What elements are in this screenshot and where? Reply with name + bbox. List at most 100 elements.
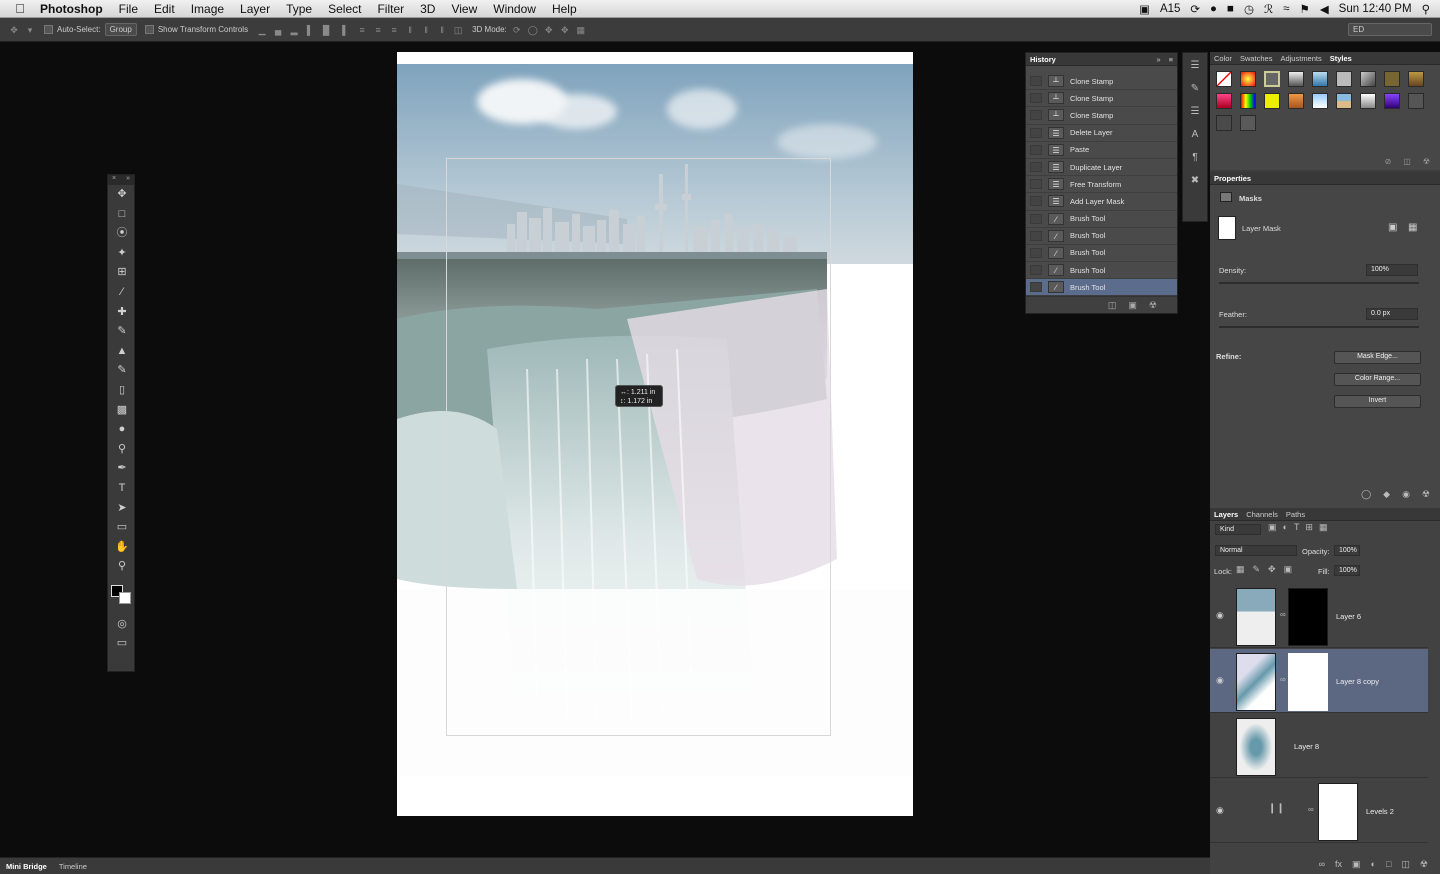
style-swatch[interactable] bbox=[1384, 93, 1400, 109]
history-brush-source-checkbox[interactable] bbox=[1030, 110, 1042, 121]
visibility-eye-icon[interactable]: ◉ bbox=[1216, 805, 1224, 816]
menu-select[interactable]: Select bbox=[320, 0, 369, 18]
history-item[interactable]: ☰ Free Transform bbox=[1026, 176, 1177, 194]
eyedropper-tool-icon[interactable]: ∕ bbox=[108, 283, 136, 303]
expand-icon[interactable]: » bbox=[126, 175, 130, 185]
adobe-icon[interactable]: A15 bbox=[1160, 3, 1180, 15]
layer-name[interactable]: Layer 8 copy bbox=[1336, 677, 1379, 686]
disable-mask-icon[interactable]: ◉ bbox=[1402, 489, 1410, 500]
style-swatch[interactable] bbox=[1360, 71, 1376, 87]
paragraph-dock-icon[interactable]: ¶ bbox=[1183, 148, 1207, 168]
wifi-icon[interactable]: ≈ bbox=[1283, 3, 1289, 15]
fx-icon[interactable]: fx bbox=[1335, 859, 1342, 870]
distribute-left-icon[interactable]: ‖ bbox=[404, 25, 416, 35]
3d-rotate-icon[interactable]: ⟳ bbox=[511, 25, 523, 35]
trash-icon[interactable]: ☢ bbox=[1149, 300, 1157, 311]
delete-mask-icon[interactable]: ☢ bbox=[1422, 489, 1430, 500]
feather-slider[interactable] bbox=[1219, 326, 1419, 328]
style-swatch[interactable] bbox=[1264, 71, 1280, 87]
auto-select-dropdown[interactable]: Group bbox=[104, 23, 137, 36]
type-tool-icon[interactable]: T bbox=[108, 479, 136, 499]
menu-window[interactable]: Window bbox=[485, 0, 544, 18]
rectangle-tool-icon[interactable]: ▭ bbox=[108, 518, 136, 538]
history-brush-source-checkbox[interactable] bbox=[1030, 247, 1042, 258]
crop-tool-icon[interactable]: ⊞ bbox=[108, 263, 136, 283]
pen-tool-icon[interactable]: ✒ bbox=[108, 459, 136, 479]
tab-adjustments[interactable]: Adjustments bbox=[1280, 54, 1321, 63]
flag-icon[interactable]: ⚑ bbox=[1300, 2, 1310, 16]
style-swatch[interactable] bbox=[1336, 93, 1352, 109]
style-swatch[interactable] bbox=[1312, 71, 1328, 87]
history-item[interactable]: ┴ Clone Stamp bbox=[1026, 90, 1177, 108]
tab-paths[interactable]: Paths bbox=[1286, 510, 1305, 519]
history-item[interactable]: ☰ Add Layer Mask bbox=[1026, 193, 1177, 211]
lasso-tool-icon[interactable]: ⦿ bbox=[108, 224, 136, 244]
visibility-eye-icon[interactable]: ◉ bbox=[1216, 675, 1224, 686]
history-brush-source-checkbox[interactable] bbox=[1030, 93, 1042, 104]
hand-tool-icon[interactable]: ✋ bbox=[108, 538, 136, 558]
collapse-icon[interactable]: » bbox=[1156, 55, 1160, 64]
density-slider[interactable] bbox=[1219, 282, 1419, 284]
spotlight-icon[interactable]: ⚲ bbox=[1422, 2, 1430, 16]
time-machine-icon[interactable]: ◷ bbox=[1244, 2, 1254, 16]
workspace-dropdown[interactable]: ED bbox=[1348, 23, 1432, 36]
add-mask-icon[interactable]: ▣ bbox=[1352, 859, 1361, 870]
layer-filter-icons[interactable]: ▣◐T⊞▦ bbox=[1268, 522, 1333, 533]
clear-style-icon[interactable]: ⊘ bbox=[1385, 157, 1392, 166]
dodge-tool-icon[interactable]: ⚲ bbox=[108, 440, 136, 460]
history-item[interactable]: ┴ Clone Stamp bbox=[1026, 107, 1177, 125]
history-brush-source-checkbox[interactable] bbox=[1030, 162, 1042, 173]
layer-mask-thumbnail[interactable] bbox=[1288, 653, 1328, 711]
history-brush-source-checkbox[interactable] bbox=[1030, 76, 1042, 87]
mask-edge-button[interactable]: Mask Edge... bbox=[1334, 351, 1421, 364]
history-panel-header[interactable]: History » ≡ bbox=[1026, 53, 1177, 66]
toolbox-header[interactable]: ×» bbox=[108, 175, 134, 185]
path-selection-tool-icon[interactable]: ➤ bbox=[108, 499, 136, 519]
style-swatch[interactable] bbox=[1240, 93, 1256, 109]
clock[interactable]: Sun 12:40 PM bbox=[1339, 3, 1412, 15]
lock-icons[interactable]: ▦✎✥▣ bbox=[1236, 564, 1300, 575]
style-swatch[interactable] bbox=[1240, 115, 1256, 131]
vector-mask-icon[interactable]: ▦ bbox=[1408, 222, 1417, 233]
menu-view[interactable]: View bbox=[443, 0, 485, 18]
panel-menu-icon[interactable]: ≡ bbox=[1169, 55, 1173, 64]
distribute-right-icon[interactable]: ‖ bbox=[436, 25, 448, 35]
document-canvas[interactable] bbox=[397, 52, 913, 816]
chain-link-icon[interactable]: ∞ bbox=[1280, 675, 1286, 684]
fill-field[interactable]: 100% bbox=[1334, 565, 1360, 576]
tab-channels[interactable]: Channels bbox=[1246, 510, 1278, 519]
menu-image[interactable]: Image bbox=[183, 0, 232, 18]
marquee-tool-icon[interactable]: □ bbox=[108, 205, 136, 225]
3d-scale-icon[interactable]: ▦ bbox=[575, 25, 587, 35]
history-brush-source-checkbox[interactable] bbox=[1030, 265, 1042, 276]
layer-mask-thumbnail[interactable] bbox=[1288, 588, 1328, 646]
layer-name[interactable]: Levels 2 bbox=[1366, 807, 1394, 816]
distribute-bottom-icon[interactable]: ≡ bbox=[388, 25, 400, 35]
style-none[interactable] bbox=[1216, 71, 1232, 87]
eraser-tool-icon[interactable]: ▯ bbox=[108, 381, 136, 401]
history-item[interactable]: ∕ Brush Tool bbox=[1026, 262, 1177, 280]
menu-filter[interactable]: Filter bbox=[369, 0, 412, 18]
pixel-mask-icon[interactable]: ▣ bbox=[1388, 222, 1397, 233]
tool-presets-dock-icon[interactable]: ✖ bbox=[1183, 171, 1207, 191]
visibility-eye-icon[interactable]: ◉ bbox=[1216, 610, 1224, 621]
blend-mode-dropdown[interactable]: Normal bbox=[1215, 545, 1297, 556]
layer-row[interactable]: ◉ ∞ Layer 8 copy bbox=[1210, 649, 1428, 713]
apple-icon[interactable]:  bbox=[0, 1, 40, 16]
layer-thumbnail[interactable] bbox=[1236, 588, 1276, 646]
menu-edit[interactable]: Edit bbox=[146, 0, 183, 18]
show-transform-checkbox[interactable] bbox=[144, 25, 154, 34]
history-dock-icon[interactable]: ☰ bbox=[1183, 56, 1207, 76]
camera-icon[interactable]: ▣ bbox=[1139, 2, 1150, 16]
history-item[interactable]: ∕ Brush Tool bbox=[1026, 279, 1177, 297]
history-brush-source-checkbox[interactable] bbox=[1030, 230, 1042, 241]
history-item[interactable]: ∕ Brush Tool bbox=[1026, 211, 1177, 228]
gradient-tool-icon[interactable]: ▩ bbox=[108, 401, 136, 421]
history-brush-source-checkbox[interactable] bbox=[1030, 127, 1042, 138]
layer-row[interactable]: Layer 8 bbox=[1210, 714, 1428, 778]
new-style-icon[interactable]: ◫ bbox=[1403, 157, 1411, 166]
style-swatch[interactable] bbox=[1360, 93, 1376, 109]
layer-name[interactable]: Layer 6 bbox=[1336, 612, 1361, 621]
sync-icon[interactable]: ⟳ bbox=[1190, 2, 1200, 16]
layer-name[interactable]: Layer 8 bbox=[1294, 742, 1319, 751]
